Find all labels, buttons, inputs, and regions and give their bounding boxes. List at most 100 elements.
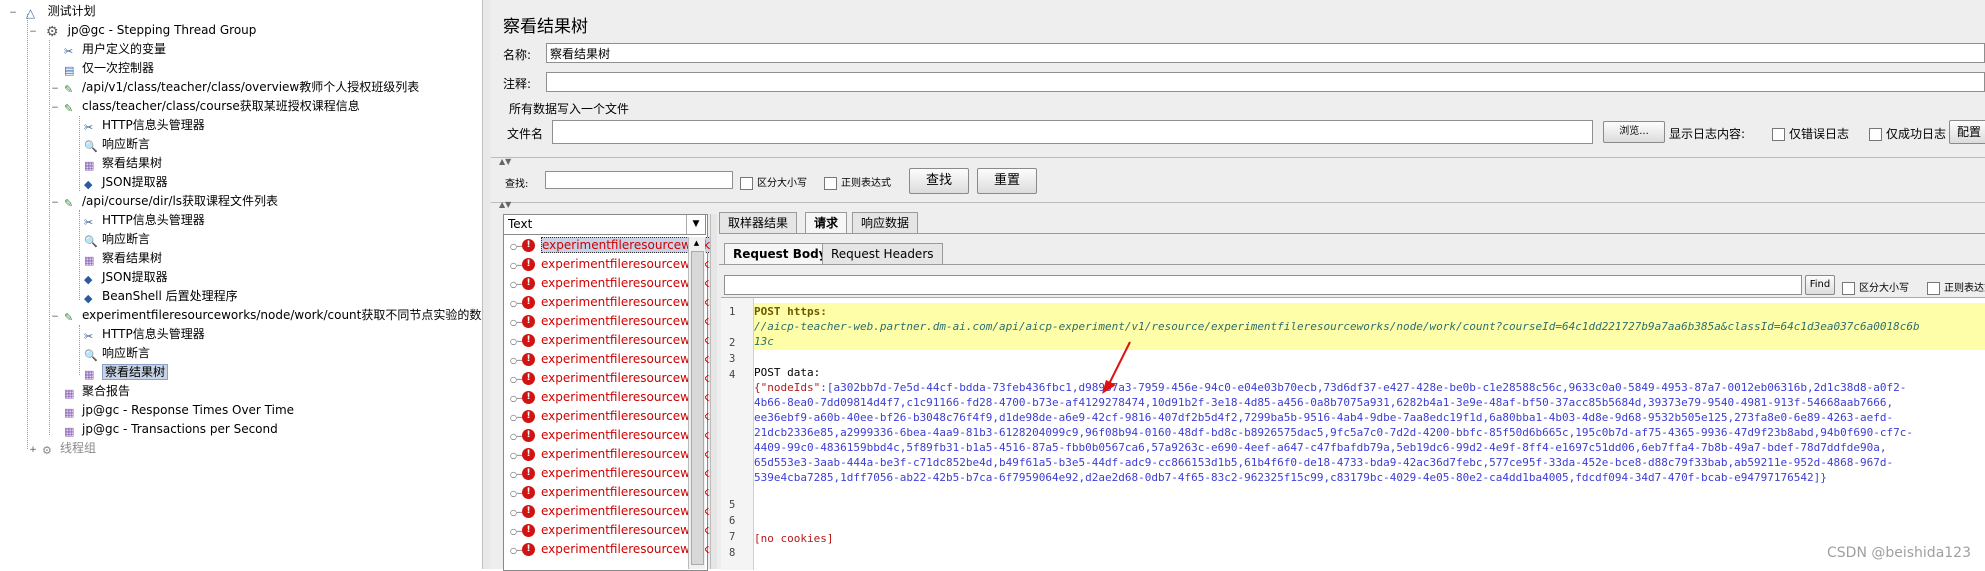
tree-node[interactable]: 🔍 响应断言 xyxy=(70,230,150,249)
tree-node-label: experimentfileresourceworks/node/work/co… xyxy=(82,308,483,322)
tree-node[interactable]: ✂ HTTP信息头管理器 xyxy=(70,116,205,135)
tree-node[interactable]: ▦ jp@gc - Transactions per Second xyxy=(50,420,278,439)
filename-field[interactable] xyxy=(552,120,1593,144)
tree-node[interactable]: 🔍 响应断言 xyxy=(70,344,150,363)
tree-node[interactable]: 🔍 响应断言 xyxy=(70,135,150,154)
renderer-select[interactable]: Text ▼ xyxy=(503,214,706,235)
test-plan-tree[interactable]: − △ 测试计划 − ⚙ jp@gc - Stepping Thread Gro… xyxy=(0,0,483,569)
tree-node[interactable]: ✂ 用户定义的变量 xyxy=(50,40,166,59)
list-splitter[interactable] xyxy=(710,214,717,569)
tree-node[interactable]: ✂ HTTP信息头管理器 xyxy=(70,325,205,344)
comment-field[interactable] xyxy=(546,72,1985,92)
checkbox-box xyxy=(1772,128,1785,141)
tree-node[interactable]: ▦ 聚合报告 xyxy=(50,382,130,401)
body-case-checkbox[interactable]: 区分大小写 xyxy=(1842,279,1909,295)
result-list-item[interactable]: ○─! experimentfileresourceworks xyxy=(504,350,715,369)
tab-request-body[interactable]: Request Body xyxy=(724,243,836,264)
find-button[interactable]: 查找 xyxy=(909,168,969,194)
result-list-item[interactable]: ○─! experimentfileresourceworks xyxy=(504,521,715,540)
tree-node[interactable]: − ✎ /api/course/dir/ls获取课程文件列表 xyxy=(50,192,278,211)
watermark: CSDN @beishida123 xyxy=(1827,545,1971,561)
error-shield-icon: ! xyxy=(522,277,535,290)
tree-node[interactable]: + ⚙ 线程组 xyxy=(28,439,96,458)
result-list-item[interactable]: ○─! experimentfileresourceworks xyxy=(504,388,715,407)
tree-node[interactable]: − ✎/api/v1/class/teacher/class/overview教师… xyxy=(50,78,419,97)
tree-node[interactable]: ◆ JSON提取器 xyxy=(70,268,168,287)
chevron-down-icon[interactable]: ▼ xyxy=(686,215,705,234)
tab-request-headers[interactable]: Request Headers xyxy=(822,243,943,264)
results-list[interactable]: ○─! experimentfileresourceworks ○─! experim… xyxy=(503,214,718,571)
collapse-toggle[interactable]: − xyxy=(8,4,18,23)
tree-branch-icon: ○─ xyxy=(510,451,522,460)
case-sensitive-checkbox[interactable]: 区分大小写 xyxy=(740,174,807,190)
result-list-item[interactable]: ○─! experimentfileresourceworks xyxy=(504,293,715,312)
error-shield-icon: ! xyxy=(522,239,535,252)
result-list-item[interactable]: ○─! experimentfileresourceworks xyxy=(504,540,715,559)
wrench-icon: ✂ xyxy=(84,120,94,134)
result-list-item[interactable]: ○─! experimentfileresourceworks xyxy=(504,236,718,255)
sampler-icon: ✎ xyxy=(64,82,74,96)
collapse-toggle[interactable]: − xyxy=(50,99,60,118)
collapse-toggle[interactable]: − xyxy=(50,194,60,213)
body-regex-checkbox[interactable]: 正则表达式 xyxy=(1927,279,1985,295)
tree-node-label: HTTP信息头管理器 xyxy=(102,327,205,341)
tree-node[interactable]: − ✎ experimentfileresourceworks/node/work/… xyxy=(50,306,483,327)
result-list-item[interactable]: ○─! experimentfileresourceworks xyxy=(504,426,715,445)
collapse-arrows[interactable]: ▲▼ xyxy=(499,157,511,166)
collapse-arrows[interactable]: ▲▼ xyxy=(499,200,511,209)
tree-node[interactable]: ▦ 察看结果树 xyxy=(70,154,162,173)
search-input[interactable] xyxy=(545,171,733,189)
tab-response-data[interactable]: 响应数据 xyxy=(852,212,919,233)
result-list-item[interactable]: ○─! experimentfileresourceworks xyxy=(504,502,715,521)
collapse-toggle[interactable]: + xyxy=(28,441,38,460)
tree-node[interactable]: ✂ HTTP信息头管理器 xyxy=(70,211,205,230)
scroll-up-icon[interactable]: ▲ xyxy=(691,239,702,249)
result-list-item[interactable]: ○─! experimentfileresourceworks xyxy=(504,407,715,426)
sampler-icon: ✎ xyxy=(64,196,74,210)
collapse-toggle[interactable]: − xyxy=(50,308,60,327)
result-list-item[interactable]: ○─! experimentfileresourceworks xyxy=(504,331,715,350)
tree-node[interactable]: ◆ BeanShell 后置处理程序 xyxy=(70,287,238,306)
result-list-item[interactable]: ○─! experimentfileresourceworks xyxy=(504,255,715,274)
json-key: {"nodeIds" xyxy=(754,381,821,394)
error-shield-icon: ! xyxy=(522,296,535,309)
listener-icon: ▦ xyxy=(64,424,75,438)
name-field[interactable]: 察看结果树 xyxy=(546,43,1985,63)
scroll-thumb[interactable] xyxy=(691,251,704,565)
browse-button[interactable]: 浏览... xyxy=(1603,121,1665,143)
success-only-checkbox[interactable]: 仅成功日志 xyxy=(1869,125,1946,142)
tree-node-label: JSON提取器 xyxy=(102,175,168,189)
code-line-4-cont: 65d553e3-3aab-444a-be3f-c71dc852be4d,b49… xyxy=(754,456,1894,469)
tree-node[interactable]: − ✎ class/teacher/class/course获取某班授权课程信息 xyxy=(50,97,360,116)
tab-request[interactable]: 请求 xyxy=(805,212,848,233)
request-body-view[interactable]: 1 2 3 4 5 6 7 8 POST https: //aicp-teach… xyxy=(721,297,1985,570)
result-list-item[interactable]: ○─! experimentfileresourceworks xyxy=(504,445,715,464)
tree-root-test-plan[interactable]: − △ 测试计划 xyxy=(8,2,95,23)
renderer-value: Text xyxy=(508,217,533,231)
tree-node[interactable]: ◆ JSON提取器 xyxy=(70,173,168,192)
tree-thread-group[interactable]: − ⚙ jp@gc - Stepping Thread Group xyxy=(28,21,256,40)
result-list-item[interactable]: ○─! experimentfileresourceworks xyxy=(504,464,715,483)
body-find-button[interactable]: Find xyxy=(1805,275,1835,295)
magnifier-icon: 🔍 xyxy=(84,234,98,248)
body-search-input[interactable] xyxy=(724,275,1802,295)
tab-sampler-result[interactable]: 取样器结果 xyxy=(719,212,798,233)
tree-branch-icon: ○─ xyxy=(510,489,522,498)
reset-button[interactable]: 重置 xyxy=(977,168,1037,194)
regex-checkbox[interactable]: 正则表达式 xyxy=(824,174,891,190)
result-list-item[interactable]: ○─! experimentfileresourceworks xyxy=(504,274,715,293)
results-scrollbar[interactable]: ▲ xyxy=(688,237,705,569)
line-number: 6 xyxy=(729,515,736,527)
result-list-item[interactable]: ○─! experimentfileresourceworks xyxy=(504,369,715,388)
error-shield-icon: ! xyxy=(522,524,535,537)
result-list-item[interactable]: ○─! experimentfileresourceworks xyxy=(504,312,715,331)
error-shield-icon: ! xyxy=(522,505,535,518)
errors-only-checkbox[interactable]: 仅错误日志 xyxy=(1772,125,1849,142)
tree-node[interactable]: ▦ 察看结果树 xyxy=(70,363,169,382)
configure-button[interactable]: 配置 xyxy=(1949,120,1985,144)
tree-node[interactable]: ▦ jp@gc - Response Times Over Time xyxy=(50,401,294,420)
tree-node[interactable]: ▦ 察看结果树 xyxy=(70,249,162,268)
tree-node[interactable]: ▤ 仅一次控制器 xyxy=(50,59,154,78)
collapse-toggle[interactable]: − xyxy=(28,23,38,42)
result-list-item[interactable]: ○─! experimentfileresourceworks xyxy=(504,483,715,502)
